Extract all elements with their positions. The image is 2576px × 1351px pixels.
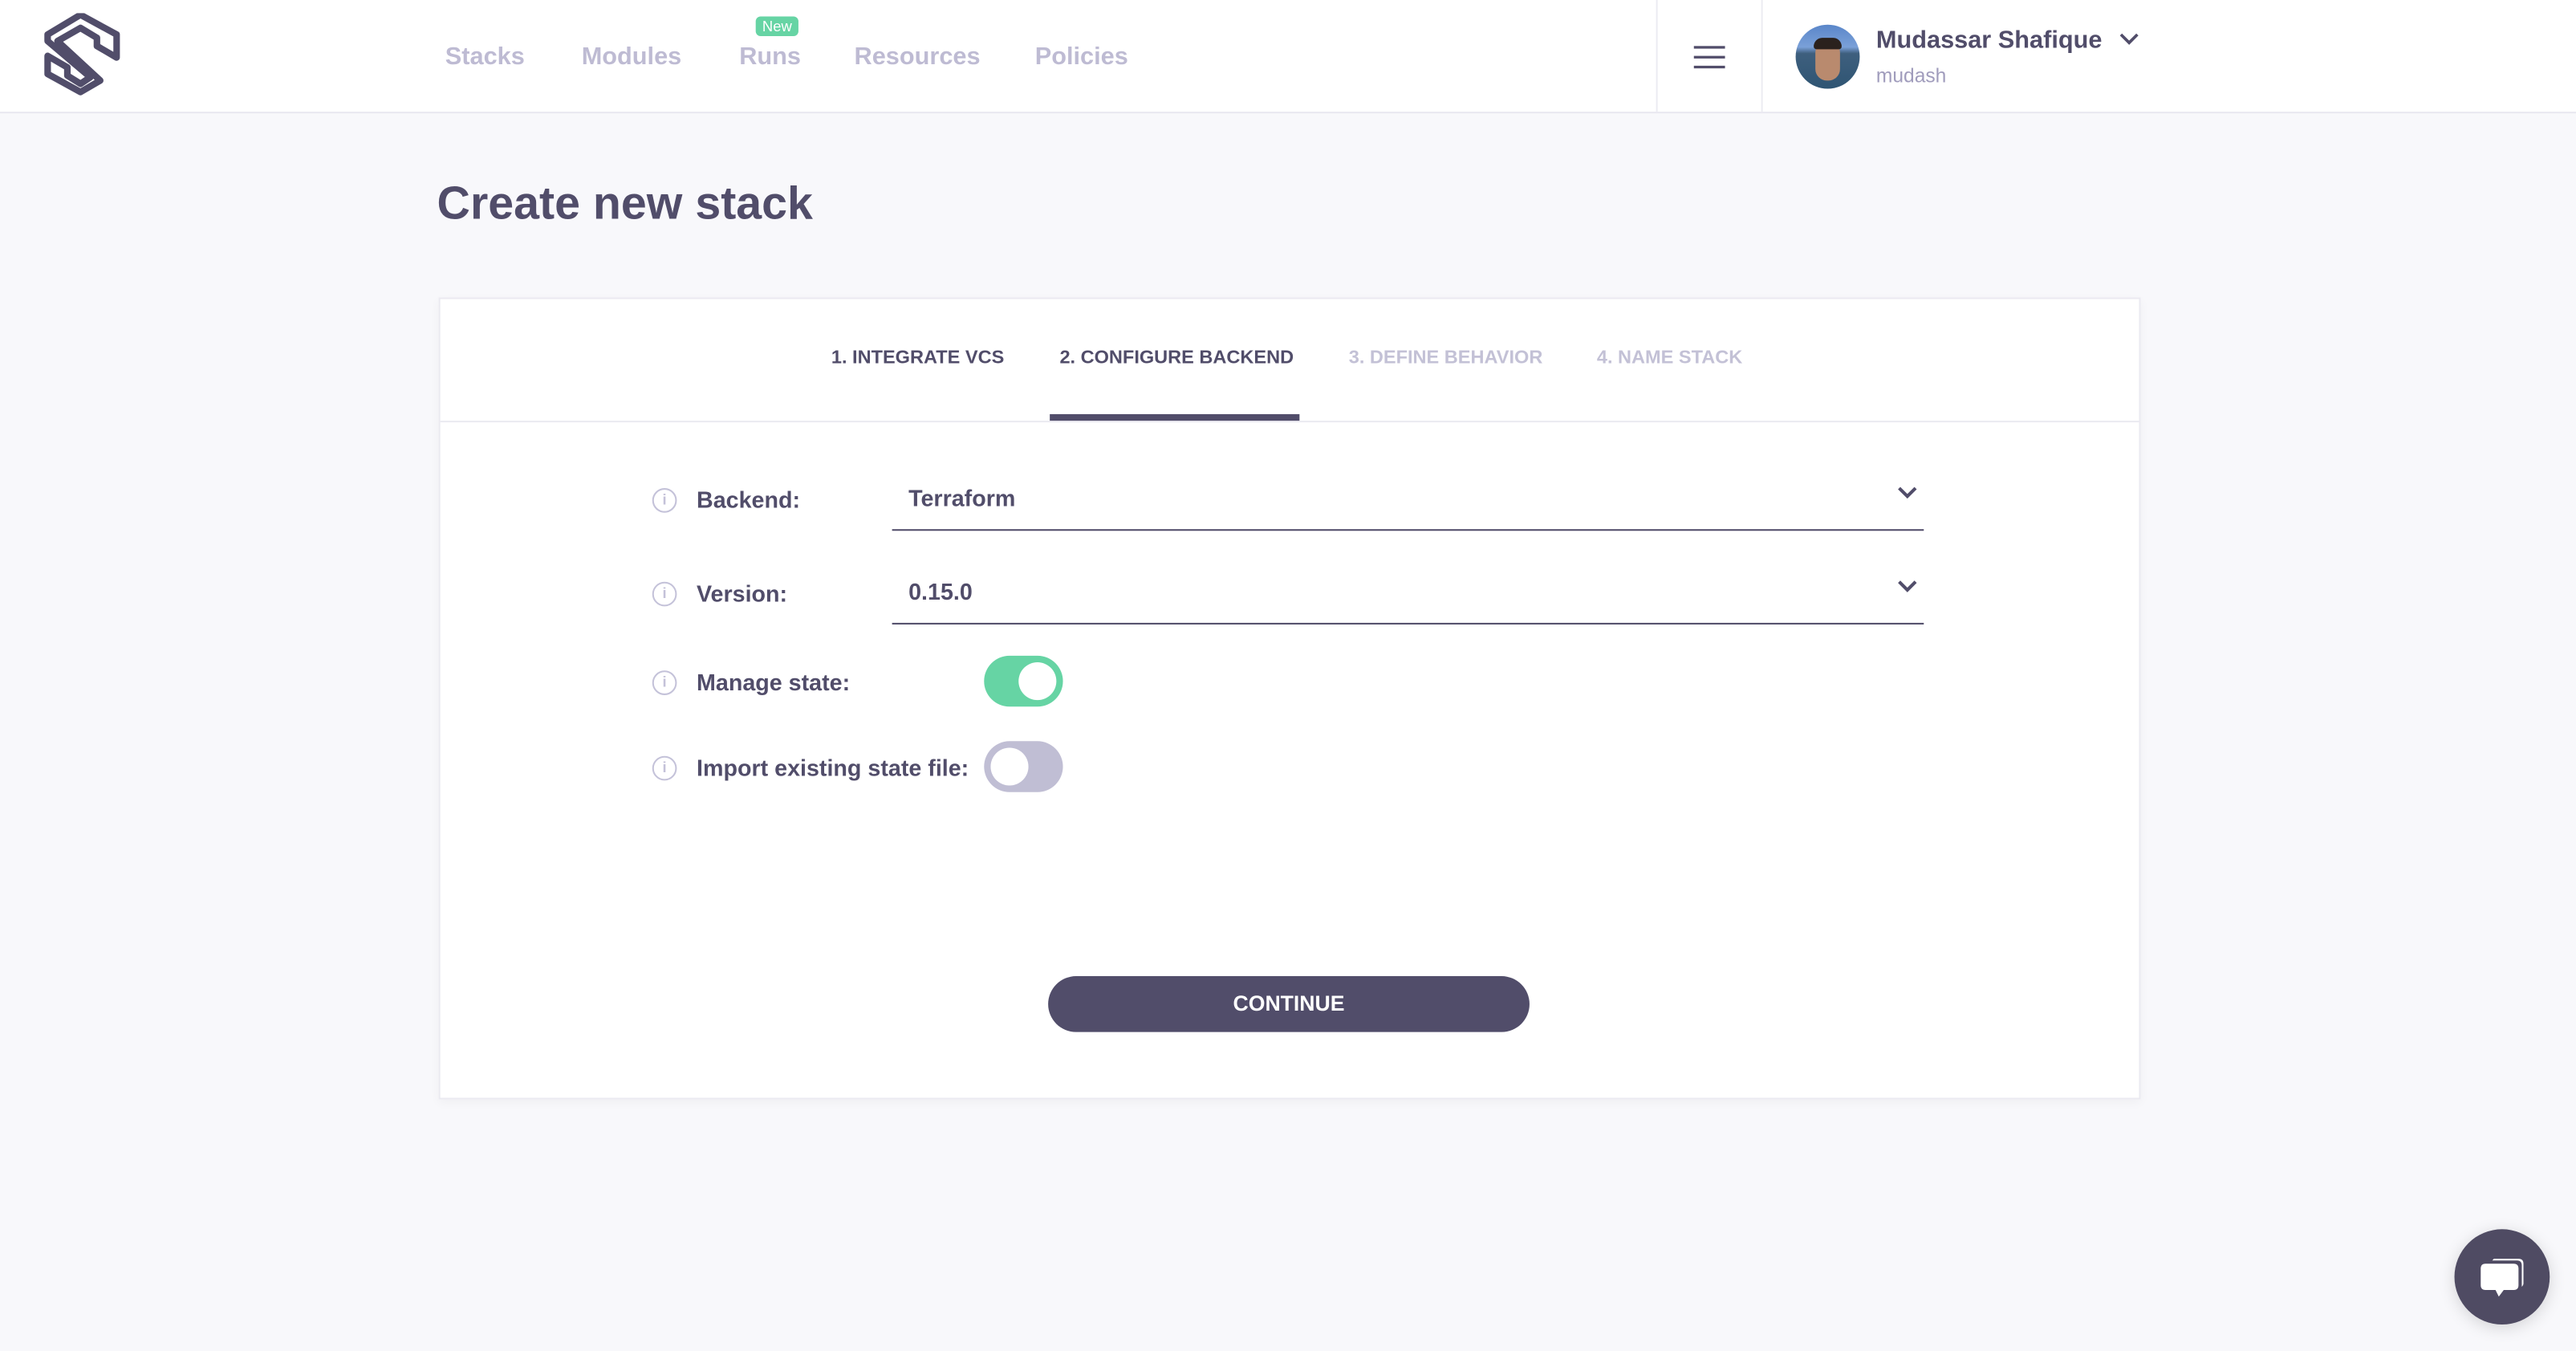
- top-bar: Stacks Modules New Runs Resources Polici…: [0, 0, 2576, 114]
- info-icon[interactable]: i: [652, 581, 677, 607]
- chat-icon: [2481, 1259, 2524, 1297]
- tab-configure-backend[interactable]: 2. CONFIGURE BACKEND: [1059, 348, 1294, 368]
- backend-label: Backend:: [697, 486, 801, 513]
- chat-button[interactable]: [2454, 1229, 2550, 1325]
- page-title: Create new stack: [437, 177, 813, 229]
- avatar[interactable]: [1795, 24, 1860, 89]
- continue-button[interactable]: CONTINUE: [1048, 976, 1530, 1032]
- version-label: Version:: [697, 580, 788, 607]
- tab-define-behavior[interactable]: 3. DEFINE BEHAVIOR: [1349, 348, 1543, 368]
- chevron-down-icon[interactable]: [2119, 33, 2139, 46]
- info-icon[interactable]: i: [652, 755, 677, 781]
- hamburger-menu-icon[interactable]: [1693, 44, 1727, 71]
- backend-select[interactable]: Terraform: [892, 470, 1924, 531]
- new-badge: New: [755, 16, 798, 37]
- create-stack-card: 1. INTEGRATE VCS 2. CONFIGURE BACKEND 3.…: [438, 297, 2141, 1100]
- user-username: mudash: [1875, 63, 1947, 87]
- chevron-down-icon: [1898, 486, 1917, 499]
- step-tabs: 1. INTEGRATE VCS 2. CONFIGURE BACKEND 3.…: [440, 299, 2139, 423]
- manage-state-toggle[interactable]: [984, 655, 1063, 707]
- nav-modules[interactable]: Modules: [582, 43, 682, 71]
- import-state-toggle[interactable]: [984, 741, 1063, 792]
- tab-integrate-vcs[interactable]: 1. INTEGRATE VCS: [831, 348, 1004, 368]
- spacelift-logo[interactable]: [41, 13, 120, 102]
- import-state-label: Import existing state file:: [697, 754, 969, 781]
- tab-name-stack[interactable]: 4. NAME STACK: [1597, 348, 1742, 368]
- backend-value: Terraform: [908, 484, 1016, 511]
- info-icon[interactable]: i: [652, 670, 677, 695]
- active-tab-indicator: [1050, 413, 1300, 421]
- user-name[interactable]: Mudassar Shafique: [1876, 26, 2103, 55]
- manage-state-label: Manage state:: [697, 669, 851, 695]
- info-icon[interactable]: i: [652, 488, 677, 513]
- nav-stacks[interactable]: Stacks: [445, 43, 525, 71]
- divider: [1656, 0, 1658, 112]
- nav-runs[interactable]: Runs: [739, 43, 801, 71]
- version-select[interactable]: 0.15.0: [892, 564, 1924, 625]
- nav-resources[interactable]: Resources: [855, 43, 981, 71]
- nav-policies[interactable]: Policies: [1035, 43, 1128, 71]
- chevron-down-icon: [1898, 580, 1917, 592]
- divider: [1761, 0, 1763, 112]
- version-value: 0.15.0: [908, 578, 973, 605]
